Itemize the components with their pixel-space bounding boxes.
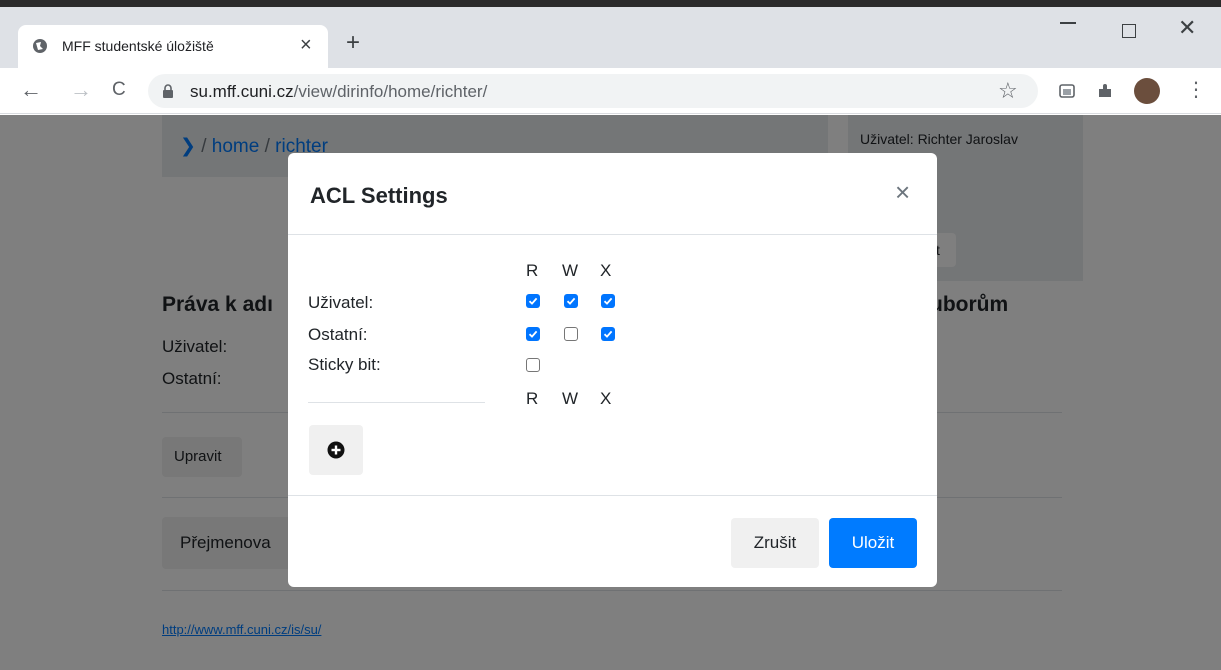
maximize-button[interactable] xyxy=(1122,24,1136,38)
user-execute-checkbox[interactable] xyxy=(601,294,615,308)
lock-icon xyxy=(163,84,173,98)
add-acl-button[interactable] xyxy=(309,425,363,475)
column-r-bottom: R xyxy=(526,389,539,408)
profile-avatar[interactable] xyxy=(1134,78,1160,104)
column-w-bottom: W xyxy=(562,389,579,408)
browser-tab[interactable]: MFF studentské úložiště × xyxy=(18,25,328,68)
close-icon[interactable]: × xyxy=(895,179,910,205)
globe-icon xyxy=(33,39,47,53)
others-write-checkbox[interactable] xyxy=(564,327,578,341)
tab-bar: MFF studentské úložiště × + ✕ xyxy=(0,7,1221,68)
browser-menu-icon[interactable]: ⋮ xyxy=(1186,80,1206,100)
column-x: X xyxy=(600,261,612,280)
modal-title: ACL Settings xyxy=(310,183,448,208)
others-read-checkbox[interactable] xyxy=(526,327,540,341)
user-read-checkbox[interactable] xyxy=(526,294,540,308)
tab-close-icon[interactable]: × xyxy=(300,35,312,55)
column-r: R xyxy=(526,261,539,280)
reload-button[interactable]: C xyxy=(112,78,126,102)
divider xyxy=(308,402,485,403)
forward-button[interactable]: → xyxy=(70,78,92,102)
extensions-icon[interactable] xyxy=(1096,82,1114,100)
tab-title: MFF studentské úložiště xyxy=(62,38,214,54)
cast-icon[interactable] xyxy=(1058,82,1076,100)
column-x-bottom: X xyxy=(600,389,612,408)
others-execute-checkbox[interactable] xyxy=(601,327,615,341)
acl-settings-dialog: ACL Settings × R W X Uživatel: Ostatní: … xyxy=(288,153,937,587)
modal-footer: Zrušit Uložit xyxy=(288,495,937,587)
new-tab-button[interactable]: + xyxy=(346,31,360,55)
minimize-button[interactable] xyxy=(1060,22,1076,24)
save-button[interactable]: Uložit xyxy=(829,518,917,568)
bookmark-star-icon[interactable]: ☆ xyxy=(998,78,1018,104)
nav-bar: ← → C su.mff.cuni.cz/view/dirinfo/home/r… xyxy=(0,68,1221,114)
back-button[interactable]: ← xyxy=(20,78,42,102)
url-text[interactable]: su.mff.cuni.cz/view/dirinfo/home/richter… xyxy=(190,82,487,102)
row-label-others: Ostatní: xyxy=(308,325,368,344)
sticky-bit-checkbox[interactable] xyxy=(526,358,540,372)
column-w: W xyxy=(562,261,579,280)
user-write-checkbox[interactable] xyxy=(564,294,578,308)
cancel-button[interactable]: Zrušit xyxy=(731,518,819,568)
row-label-user: Uživatel: xyxy=(308,293,374,312)
address-bar[interactable]: su.mff.cuni.cz/view/dirinfo/home/richter… xyxy=(148,74,1038,108)
window-close-button[interactable]: ✕ xyxy=(1178,17,1196,39)
plus-circle-icon xyxy=(327,441,345,459)
row-label-sticky: Sticky bit: xyxy=(308,355,381,374)
title-strip xyxy=(0,0,1221,7)
modal-header: ACL Settings × xyxy=(288,153,937,235)
